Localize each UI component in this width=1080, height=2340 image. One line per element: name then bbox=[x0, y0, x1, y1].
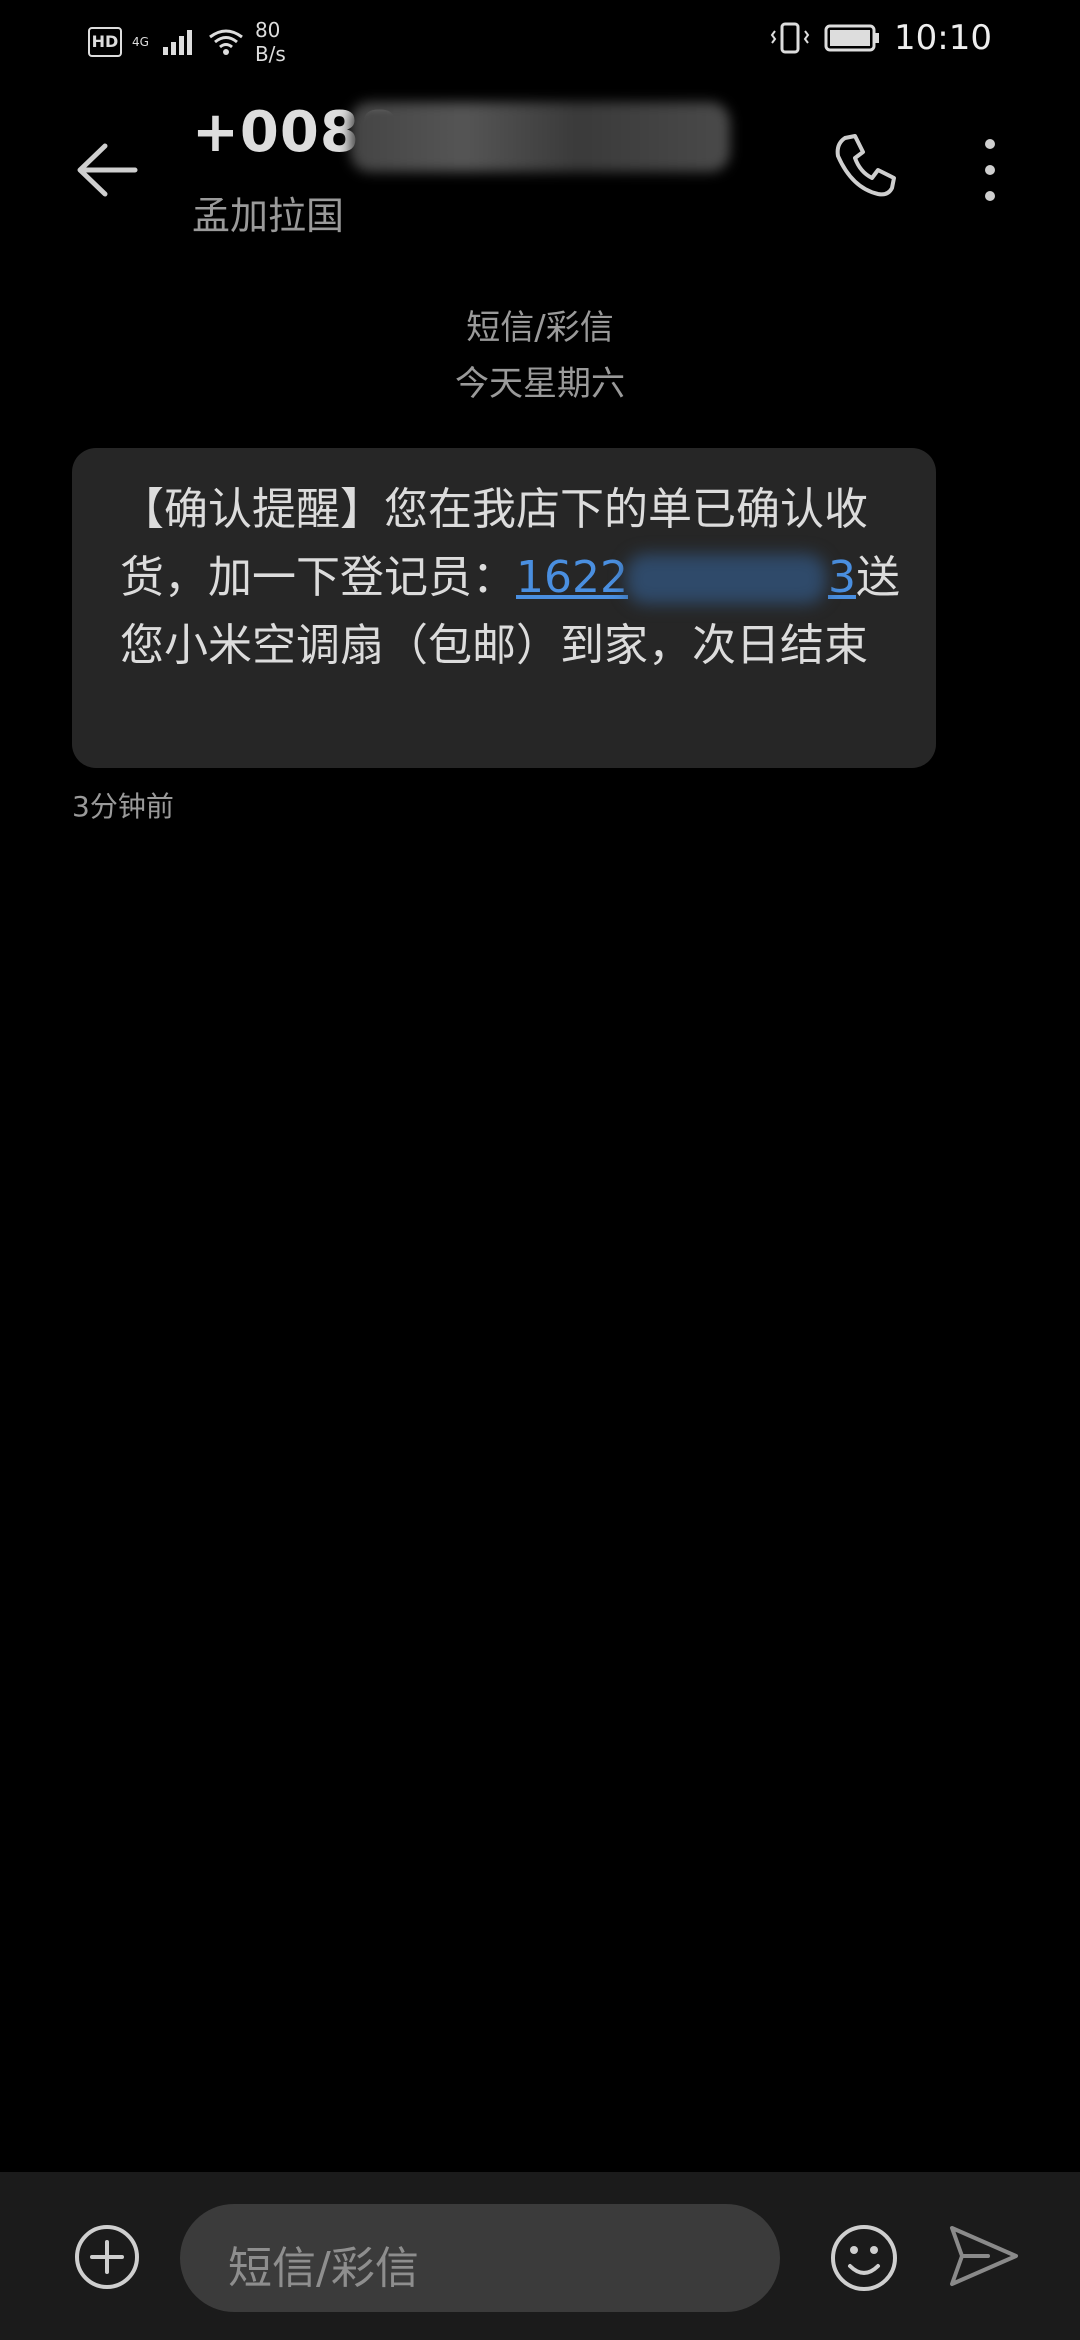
signal-icon bbox=[162, 30, 192, 55]
contact-country: 孟加拉国 bbox=[192, 194, 345, 238]
phone-link[interactable]: 1622 3 bbox=[516, 544, 856, 612]
phone-icon[interactable] bbox=[830, 130, 900, 200]
more-vertical-icon[interactable] bbox=[972, 130, 1008, 210]
message-bubble[interactable]: 【确认提醒】您在我店下的单已确认收货，加一下登记员：1622 3 送您小米空调扇（包… bbox=[72, 448, 936, 768]
message-input[interactable]: 短信/彩信 bbox=[180, 2204, 780, 2312]
speed-unit: B/s bbox=[254, 42, 286, 66]
network-type: 4G bbox=[132, 35, 149, 49]
status-right: 10:10 bbox=[770, 18, 992, 58]
conversation-header: +0088 孟加拉国 bbox=[0, 90, 1080, 250]
redacted-number-mask bbox=[350, 102, 730, 172]
speed-value: 80 bbox=[254, 18, 281, 42]
status-left: HD 4G 80 B/s bbox=[88, 18, 286, 66]
phone-link-tail: 3 bbox=[827, 552, 856, 603]
message-type-label: 短信/彩信 bbox=[466, 308, 614, 348]
network-speed: 80 B/s bbox=[255, 18, 286, 66]
hd-icon: HD bbox=[88, 27, 122, 57]
phone-link-prefix: 1622 bbox=[516, 552, 628, 603]
back-arrow-icon[interactable] bbox=[70, 130, 150, 210]
status-bar: HD 4G 80 B/s 10:10 bbox=[0, 0, 1080, 80]
redacted-link-mask bbox=[626, 554, 826, 604]
date-label: 今天星期六 bbox=[455, 364, 625, 404]
message-text: 【确认提醒】您在我店下的单已确认收货，加一下登记员：1622 3 送您小米空调扇（包… bbox=[120, 476, 910, 680]
message-input-placeholder: 短信/彩信 bbox=[228, 2243, 419, 2294]
send-icon[interactable] bbox=[948, 2224, 1020, 2288]
emoji-icon[interactable] bbox=[828, 2222, 900, 2294]
vibrate-icon bbox=[770, 22, 810, 54]
battery-icon bbox=[824, 24, 880, 52]
clock: 10:10 bbox=[894, 18, 992, 58]
add-circle-icon[interactable] bbox=[72, 2222, 142, 2292]
message-timestamp: 3分钟前 bbox=[72, 790, 174, 823]
wifi-icon bbox=[209, 29, 243, 55]
composer-bar: 短信/彩信 bbox=[0, 2172, 1080, 2340]
